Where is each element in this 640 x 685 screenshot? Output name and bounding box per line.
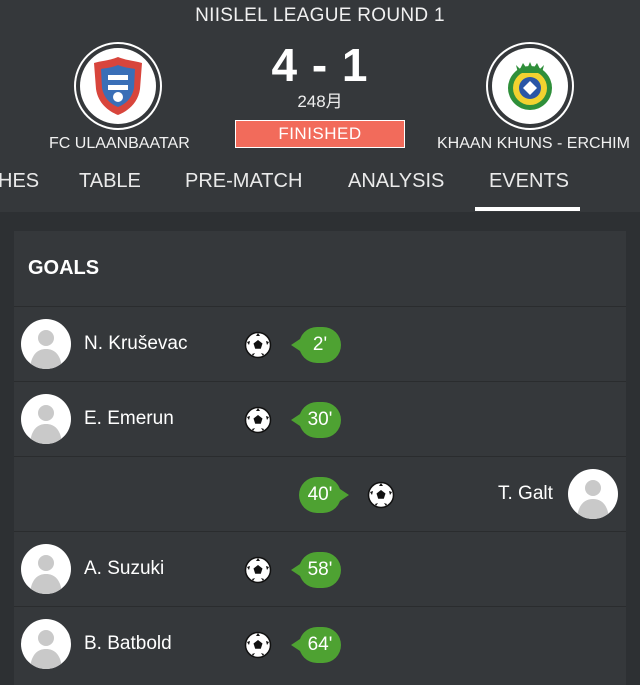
goal-scorer: A. Suzuki bbox=[84, 558, 165, 579]
tab-matches[interactable]: HES bbox=[0, 170, 39, 193]
league-round-title: NIISLEL LEAGUE ROUND 1 bbox=[195, 5, 445, 26]
goal-scorer: E. Emerun bbox=[84, 408, 174, 429]
goal-row[interactable]: A. Suzuki 58' bbox=[14, 531, 626, 607]
away-team-name[interactable]: KHAAN KHUNS - ERCHIM bbox=[437, 135, 630, 153]
player-avatar-icon bbox=[21, 619, 71, 669]
away-crest-icon bbox=[508, 62, 552, 110]
goal-row[interactable]: N. Kruševac 2' bbox=[14, 306, 626, 382]
goal-scorer: T. Galt bbox=[498, 483, 553, 504]
away-team-logo[interactable] bbox=[486, 42, 574, 130]
goal-scorer: B. Batbold bbox=[84, 633, 172, 654]
player-avatar-icon bbox=[21, 394, 71, 444]
soccer-ball-icon bbox=[244, 331, 272, 359]
goal-minute-badge: 64' bbox=[291, 627, 341, 663]
goal-row[interactable]: 40' T. Galt bbox=[14, 456, 626, 532]
goal-minute-badge: 58' bbox=[291, 552, 341, 588]
player-avatar-icon bbox=[21, 544, 71, 594]
goal-minute-badge: 30' bbox=[291, 402, 341, 438]
goal-row[interactable]: E. Emerun 30' bbox=[14, 381, 626, 457]
goal-row[interactable]: B. Batbold 64' bbox=[14, 606, 626, 682]
home-team-logo[interactable] bbox=[74, 42, 162, 130]
soccer-ball-icon bbox=[244, 556, 272, 584]
home-team-name[interactable]: FC ULAANBAATAR bbox=[49, 135, 190, 153]
match-status-badge: FINISHED bbox=[235, 120, 405, 148]
soccer-ball-icon bbox=[367, 481, 395, 509]
goals-section-title: GOALS bbox=[28, 257, 100, 279]
goal-minute-badge: 2' bbox=[291, 327, 341, 363]
tab-events[interactable]: EVENTS bbox=[489, 170, 569, 193]
player-avatar-icon bbox=[21, 319, 71, 369]
player-avatar-icon bbox=[568, 469, 618, 519]
match-score: 4 - 1 bbox=[271, 39, 369, 91]
match-header: NIISLEL LEAGUE ROUND 1 FC ULAANBAATAR 4 … bbox=[0, 0, 640, 212]
soccer-ball-icon bbox=[244, 631, 272, 659]
tab-pre-match[interactable]: PRE-MATCH bbox=[185, 170, 302, 193]
tab-table[interactable]: TABLE bbox=[79, 170, 141, 193]
goal-scorer: N. Kruševac bbox=[84, 333, 188, 354]
tab-analysis[interactable]: ANALYSIS bbox=[348, 170, 444, 193]
soccer-ball-icon bbox=[244, 406, 272, 434]
goals-card: GOALS N. Kruševac 2' E. Emerun 30' 40' T… bbox=[14, 231, 626, 685]
goal-minute-badge: 40' bbox=[299, 477, 349, 513]
home-crest-icon bbox=[94, 57, 142, 115]
active-tab-indicator bbox=[475, 207, 580, 211]
match-date: 248月 bbox=[297, 92, 343, 111]
